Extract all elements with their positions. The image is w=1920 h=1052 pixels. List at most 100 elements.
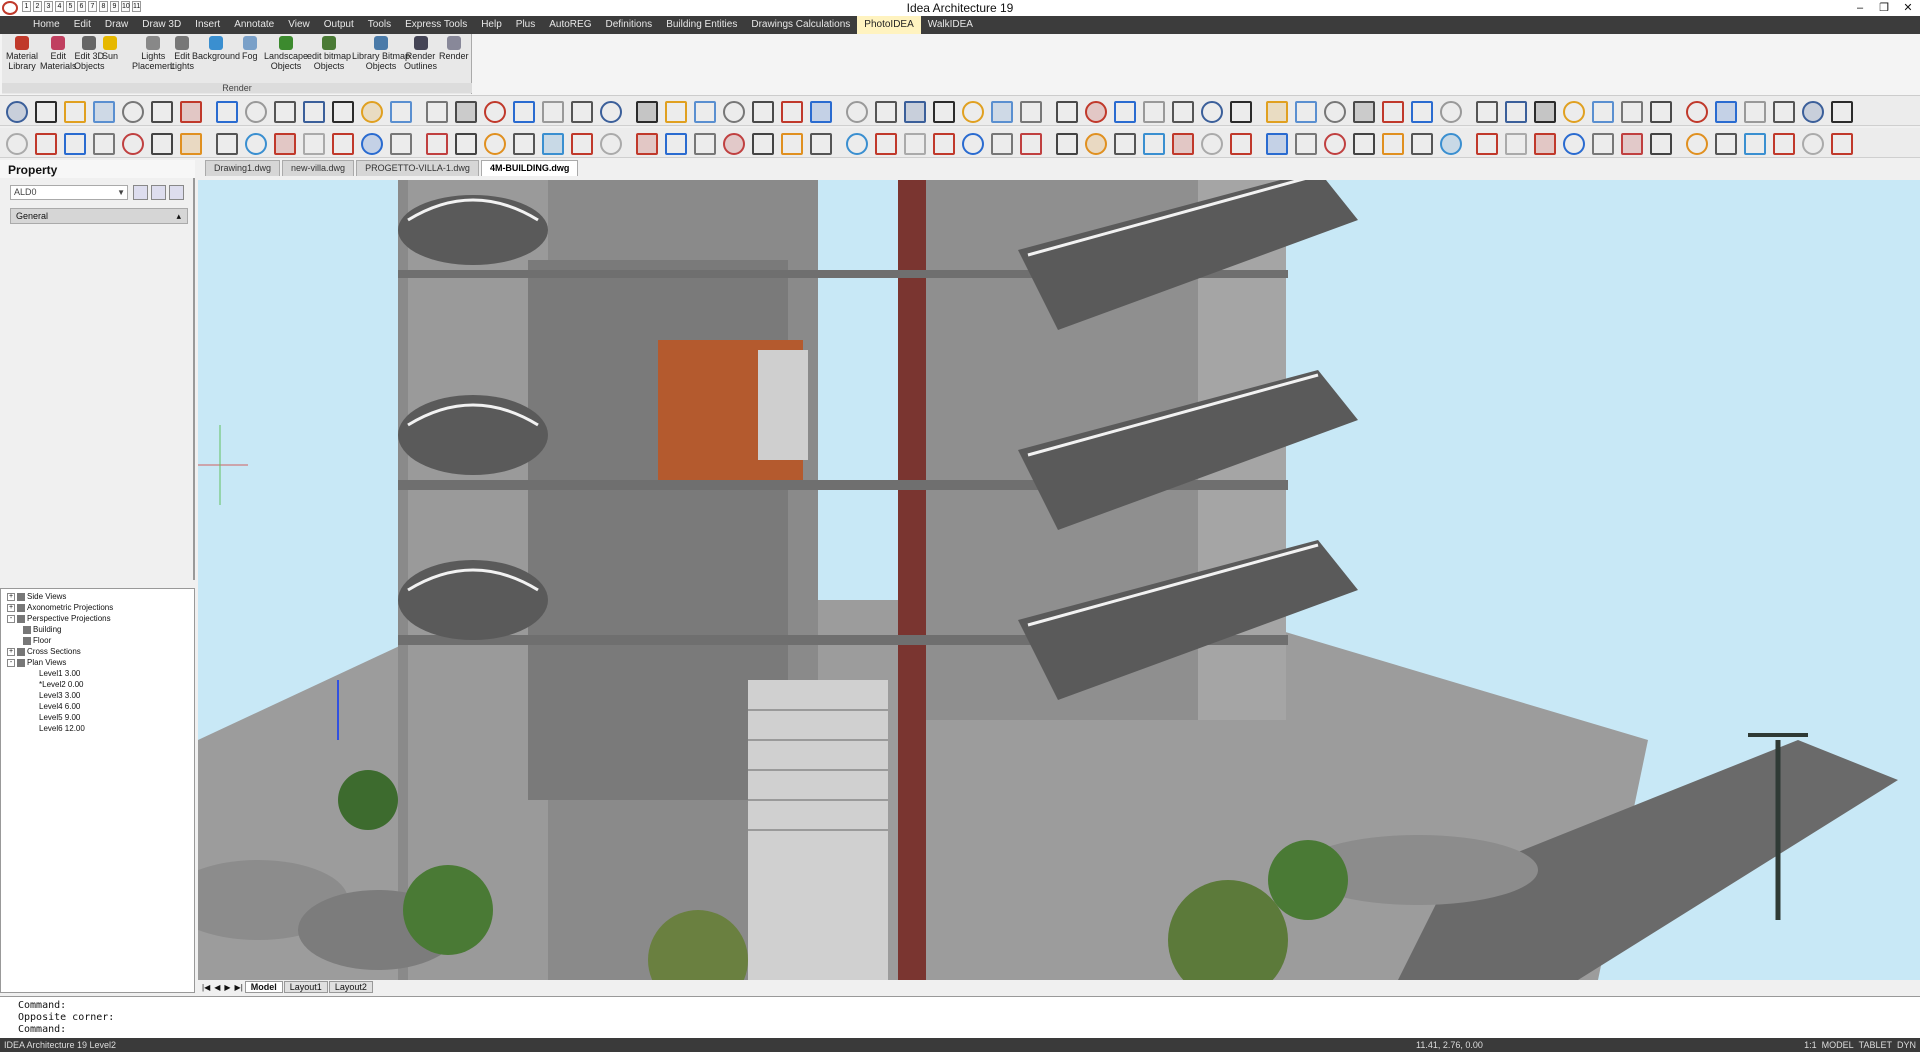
toolbar-tool-icon[interactable] bbox=[542, 133, 564, 155]
toolbar-tool-icon[interactable] bbox=[1324, 101, 1346, 123]
toolbar-tool-icon[interactable] bbox=[542, 101, 564, 123]
toolbar-tool-icon[interactable] bbox=[933, 133, 955, 155]
tree-item[interactable]: Level4 6.00 bbox=[39, 702, 80, 711]
ribbon-button-library-bitmap-objects[interactable]: Library Bitmap Objects bbox=[352, 36, 410, 71]
ribbon-button-fog[interactable]: Fog bbox=[242, 36, 258, 61]
toolbar-tool-icon[interactable] bbox=[1831, 133, 1853, 155]
layout-tab-layout2[interactable]: Layout2 bbox=[328, 981, 373, 993]
tree-item[interactable]: + Cross Sections bbox=[7, 647, 81, 656]
last-layout-icon[interactable]: ▶| bbox=[233, 983, 245, 992]
toolbar-tool-icon[interactable] bbox=[1143, 133, 1165, 155]
toolbar-tool-icon[interactable] bbox=[752, 133, 774, 155]
toolbar-tool-icon[interactable] bbox=[1534, 133, 1556, 155]
toolbar-tool-icon[interactable] bbox=[513, 101, 535, 123]
document-tab[interactable]: PROGETTO-VILLA-1.dwg bbox=[356, 160, 479, 176]
toolbar-tool-icon[interactable] bbox=[1353, 101, 1375, 123]
toolbar-tool-icon[interactable] bbox=[636, 101, 658, 123]
toolbar-tool-icon[interactable] bbox=[1085, 133, 1107, 155]
toolbar-tool-icon[interactable] bbox=[1085, 101, 1107, 123]
expand-toggle-icon[interactable]: - bbox=[7, 614, 15, 623]
document-tab[interactable]: new-villa.dwg bbox=[282, 160, 355, 176]
tree-item[interactable]: - Plan Views bbox=[7, 658, 66, 667]
toolbar-tool-icon[interactable] bbox=[1353, 133, 1375, 155]
tree-item[interactable]: Level5 9.00 bbox=[39, 713, 80, 722]
ribbon-button-render-outlines[interactable]: Render Outlines bbox=[404, 36, 437, 71]
toolbar-tool-icon[interactable] bbox=[93, 133, 115, 155]
next-layout-icon[interactable]: ▶ bbox=[222, 983, 232, 992]
toolbar-tool-icon[interactable] bbox=[781, 101, 803, 123]
toolbar-tool-icon[interactable] bbox=[1744, 133, 1766, 155]
ribbon-button-material-library[interactable]: Material Library bbox=[6, 36, 38, 71]
toolbar-tool-icon[interactable] bbox=[1650, 133, 1672, 155]
menu-building-entities[interactable]: Building Entities bbox=[659, 16, 744, 34]
toolbar-tool-icon[interactable] bbox=[64, 101, 86, 123]
toolbar-tool-icon[interactable] bbox=[1440, 133, 1462, 155]
toolbar-tool-icon[interactable] bbox=[694, 101, 716, 123]
toolbar-tool-icon[interactable] bbox=[6, 101, 28, 123]
menu-home[interactable]: Home bbox=[26, 16, 67, 34]
layout-tab-model[interactable]: Model bbox=[244, 981, 283, 993]
toolbar-tool-icon[interactable] bbox=[1563, 101, 1585, 123]
toolbar-tool-icon[interactable] bbox=[600, 101, 622, 123]
toolbar-tool-icon[interactable] bbox=[1295, 101, 1317, 123]
document-tab[interactable]: 4M-BUILDING.dwg bbox=[480, 160, 579, 176]
menu-express-tools[interactable]: Express Tools bbox=[398, 16, 474, 34]
ribbon-button-lights-placement[interactable]: Lights Placement bbox=[132, 36, 175, 71]
toolbar-tool-icon[interactable] bbox=[1201, 101, 1223, 123]
toolbar-tool-icon[interactable] bbox=[1411, 133, 1433, 155]
general-section-header[interactable]: General ▴ bbox=[10, 208, 188, 224]
toolbar-tool-icon[interactable] bbox=[571, 133, 593, 155]
toolbar-tool-icon[interactable] bbox=[723, 101, 745, 123]
toolbar-tool-icon[interactable] bbox=[274, 101, 296, 123]
toolbar-tool-icon[interactable] bbox=[665, 133, 687, 155]
toolbar-tool-icon[interactable] bbox=[1534, 101, 1556, 123]
toolbar-tool-icon[interactable] bbox=[1172, 133, 1194, 155]
document-tab[interactable]: Drawing1.dwg bbox=[205, 160, 281, 176]
ribbon-button-background[interactable]: Background bbox=[192, 36, 240, 61]
toolbar-tool-icon[interactable] bbox=[723, 133, 745, 155]
expand-toggle-icon[interactable]: - bbox=[7, 658, 15, 667]
toolbar-tool-icon[interactable] bbox=[245, 101, 267, 123]
tree-item[interactable]: + Side Views bbox=[7, 592, 66, 601]
toolbar-tool-icon[interactable] bbox=[962, 133, 984, 155]
toolbar-tool-icon[interactable] bbox=[390, 101, 412, 123]
ribbon-button-edit-3d-objects[interactable]: Edit 3D Objects bbox=[74, 36, 105, 71]
command-prompt[interactable]: Command: bbox=[18, 1025, 66, 1035]
toolbar-tool-icon[interactable] bbox=[810, 101, 832, 123]
menu-output[interactable]: Output bbox=[317, 16, 361, 34]
toolbar-tool-icon[interactable] bbox=[1621, 101, 1643, 123]
toolbar-tool-icon[interactable] bbox=[1476, 101, 1498, 123]
toolbar-tool-icon[interactable] bbox=[636, 133, 658, 155]
toolbar-tool-icon[interactable] bbox=[216, 101, 238, 123]
toolbar-tool-icon[interactable] bbox=[1831, 101, 1853, 123]
tree-item[interactable]: Level3 3.00 bbox=[39, 691, 80, 700]
tree-item[interactable]: Building bbox=[23, 625, 61, 634]
ribbon-button-edit-lights[interactable]: Edit Lights bbox=[170, 36, 194, 71]
tablet-toggle[interactable]: TABLET bbox=[1859, 1038, 1892, 1052]
toolbar-tool-icon[interactable] bbox=[1230, 133, 1252, 155]
menu-plus[interactable]: Plus bbox=[509, 16, 542, 34]
toolbar-tool-icon[interactable] bbox=[1686, 133, 1708, 155]
toolbar-tool-icon[interactable] bbox=[1744, 101, 1766, 123]
toolbar-tool-icon[interactable] bbox=[274, 133, 296, 155]
toolbar-tool-icon[interactable] bbox=[361, 133, 383, 155]
toolbar-tool-icon[interactable] bbox=[1020, 101, 1042, 123]
toolbar-tool-icon[interactable] bbox=[6, 133, 28, 155]
maximize-button[interactable]: ❐ bbox=[1872, 0, 1896, 16]
tree-item[interactable]: Level1 3.00 bbox=[39, 669, 80, 678]
scale-indicator[interactable]: 1:1 bbox=[1804, 1038, 1817, 1052]
toolbar-tool-icon[interactable] bbox=[484, 133, 506, 155]
first-layout-icon[interactable]: |◀ bbox=[200, 983, 212, 992]
ribbon-button-edit-materials[interactable]: Edit Materials bbox=[40, 36, 77, 71]
ribbon-button-sun[interactable]: Sun bbox=[102, 36, 118, 61]
toolbar-tool-icon[interactable] bbox=[1715, 101, 1737, 123]
toolbar-tool-icon[interactable] bbox=[332, 133, 354, 155]
toolbar-tool-icon[interactable] bbox=[1382, 133, 1404, 155]
toolbar-tool-icon[interactable] bbox=[1592, 133, 1614, 155]
toolbar-tool-icon[interactable] bbox=[455, 101, 477, 123]
menu-walkidea[interactable]: WalkIDEA bbox=[921, 16, 980, 34]
menu-edit[interactable]: Edit bbox=[67, 16, 98, 34]
toolbar-tool-icon[interactable] bbox=[390, 133, 412, 155]
toolbar-tool-icon[interactable] bbox=[846, 101, 868, 123]
toolbar-tool-icon[interactable] bbox=[361, 101, 383, 123]
